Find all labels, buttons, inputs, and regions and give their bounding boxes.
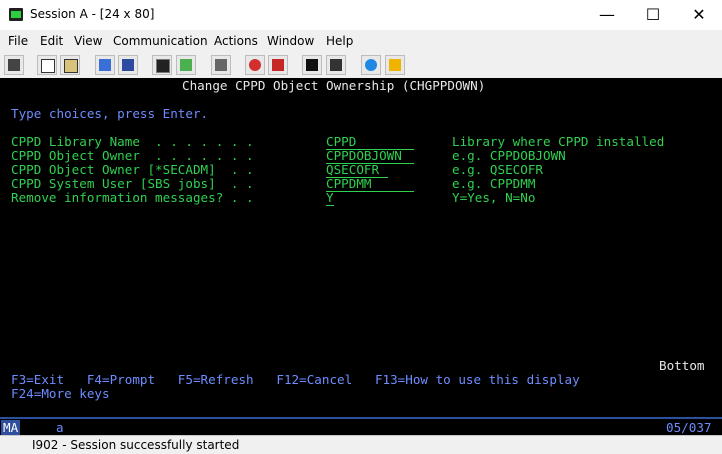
menu-window[interactable]: Window xyxy=(267,34,314,48)
stop-macro-icon[interactable] xyxy=(302,55,322,75)
param-help-library: Library where CPPD installed xyxy=(452,134,665,149)
oia-indicator: a xyxy=(56,420,64,435)
play-macro-icon[interactable] xyxy=(268,55,288,75)
print-screen-icon[interactable] xyxy=(4,55,24,75)
param-help-secadm: e.g. QSECOFR xyxy=(452,162,543,177)
toolbar xyxy=(0,52,722,79)
system-user-input[interactable]: CPPDMM xyxy=(326,177,414,192)
window-title: Session A - [24 x 80] xyxy=(30,7,155,21)
maximize-button[interactable]: ☐ xyxy=(630,0,676,30)
minimize-button[interactable]: — xyxy=(584,0,630,30)
menu-communication[interactable]: Communication xyxy=(113,34,208,48)
param-help-sysuser: e.g. CPPDMM xyxy=(452,176,536,191)
macro-menu-icon[interactable] xyxy=(326,55,346,75)
param-help-remove-msgs: Y=Yes, N=No xyxy=(452,190,536,205)
param-label-sysuser: CPPD System User [SBS jobs] . . xyxy=(11,176,254,191)
connect-icon[interactable] xyxy=(361,55,381,75)
terminal-screen[interactable]: Change CPPD Object Ownership (CHGPPDOWN)… xyxy=(0,78,722,417)
more-indicator: Bottom xyxy=(659,358,705,373)
menu-help[interactable]: Help xyxy=(326,34,353,48)
color-icon[interactable] xyxy=(176,55,196,75)
param-label-owner: CPPD Object Owner . . . . . . . xyxy=(11,148,254,163)
menu-view[interactable]: View xyxy=(74,34,102,48)
receive-icon[interactable] xyxy=(118,55,138,75)
copy-icon[interactable] xyxy=(37,55,57,75)
disconnect-icon[interactable] xyxy=(385,55,405,75)
menu-actions[interactable]: Actions xyxy=(214,34,258,48)
send-icon[interactable] xyxy=(95,55,115,75)
menu-bar: File Edit View Communication Actions Win… xyxy=(0,30,722,52)
function-keys-line-2[interactable]: F24=More keys xyxy=(11,387,110,401)
oia-mode: MA xyxy=(1,420,21,435)
menu-edit[interactable]: Edit xyxy=(40,34,63,48)
param-label-remove-msgs: Remove information messages? . . xyxy=(11,190,254,205)
title-bar: Session A - [24 x 80] — ☐ ✕ xyxy=(0,0,722,30)
keyboard-icon[interactable] xyxy=(211,55,231,75)
menu-file[interactable]: File xyxy=(8,34,28,48)
operator-info-area: MA a 05/037 xyxy=(0,417,722,435)
function-keys-line-1[interactable]: F3=Exit F4=Prompt F5=Refresh F12=Cancel … xyxy=(11,373,580,387)
status-message: I902 - Session successfully started xyxy=(32,438,240,452)
remove-messages-input[interactable]: Y xyxy=(326,191,334,206)
paste-icon[interactable] xyxy=(60,55,80,75)
instruction-text: Type choices, press Enter. xyxy=(11,106,209,121)
cursor-position: 05/037 xyxy=(666,420,712,435)
session-app-icon xyxy=(9,8,23,21)
screen-title: Change CPPD Object Ownership (CHGPPDOWN) xyxy=(182,78,486,93)
param-label-library: CPPD Library Name . . . . . . . xyxy=(11,134,254,149)
display-icon[interactable] xyxy=(152,55,172,75)
close-button[interactable]: ✕ xyxy=(676,0,722,30)
status-bar: I902 - Session successfully started xyxy=(0,435,722,454)
param-label-secadm: CPPD Object Owner [*SECADM] . . xyxy=(11,162,254,177)
param-help-owner: e.g. CPPDOBJOWN xyxy=(452,148,566,163)
record-macro-icon[interactable] xyxy=(245,55,265,75)
